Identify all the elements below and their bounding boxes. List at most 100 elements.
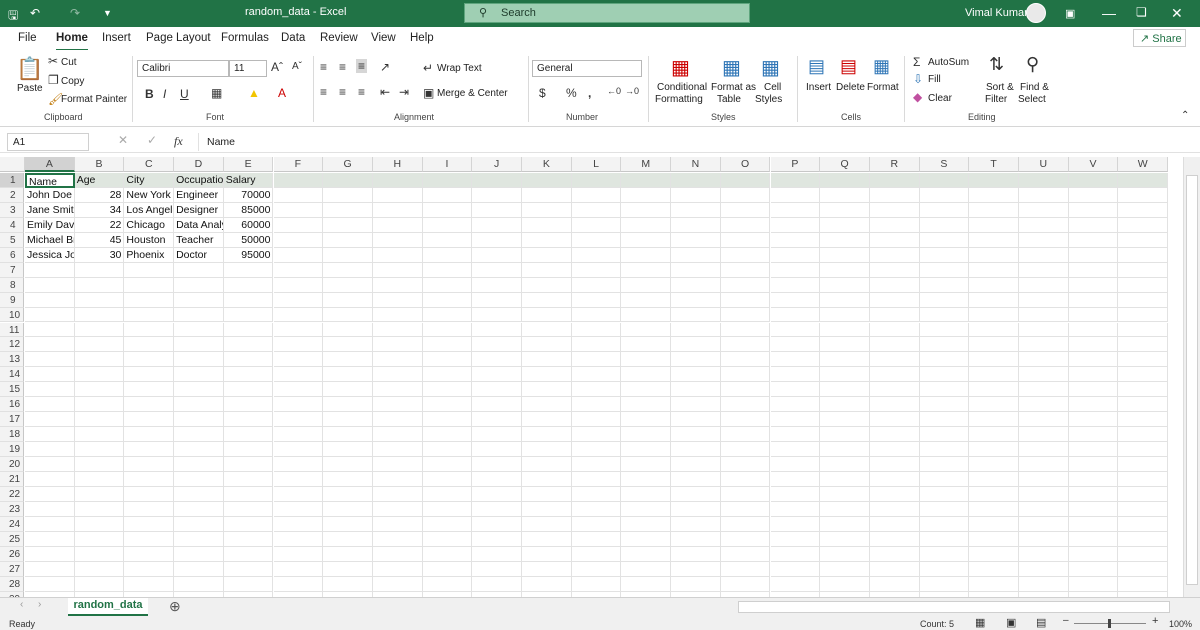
close-icon[interactable]: ✕ <box>1171 5 1183 22</box>
sort-filter-button[interactable]: Sort & <box>986 82 1014 93</box>
grid-cell[interactable] <box>571 187 622 203</box>
copy-icon[interactable]: ❐ <box>48 73 59 87</box>
grid-cell[interactable] <box>1068 202 1119 218</box>
format-cells-icon[interactable]: ▦ <box>873 56 890 77</box>
grid-cell[interactable] <box>223 352 274 368</box>
grid-cell[interactable] <box>273 292 324 308</box>
grid-cell[interactable] <box>372 412 423 428</box>
find-select-button[interactable]: Find & <box>1020 82 1049 93</box>
grid-cell[interactable] <box>74 501 125 517</box>
grid-cell[interactable] <box>919 382 970 398</box>
grid-cell[interactable] <box>720 337 771 353</box>
column-header[interactable]: U <box>1019 157 1069 172</box>
grid-cell[interactable] <box>522 337 572 353</box>
grid-cell[interactable] <box>1019 531 1069 547</box>
grid-cell[interactable] <box>820 412 870 428</box>
grid-cell[interactable] <box>273 472 324 487</box>
grid-cell[interactable] <box>223 337 274 353</box>
grid-cell[interactable] <box>671 217 721 233</box>
paste-icon[interactable]: 📋 <box>16 56 43 82</box>
grid-cell[interactable] <box>671 277 721 293</box>
grid-cell[interactable] <box>1068 472 1119 487</box>
grid-cell[interactable] <box>74 561 125 577</box>
grid-cell[interactable] <box>1019 277 1069 293</box>
grid-cell[interactable] <box>273 322 324 338</box>
grid-cell[interactable] <box>770 322 821 338</box>
grid-cell[interactable] <box>74 442 125 458</box>
grid-cell[interactable] <box>720 187 771 203</box>
grid-cell[interactable] <box>522 442 572 458</box>
grid-cell[interactable] <box>1118 531 1169 547</box>
grid-cell[interactable] <box>969 531 1019 547</box>
grid-cell[interactable] <box>472 576 522 592</box>
grid-cell[interactable] <box>720 322 771 338</box>
grid-cell[interactable] <box>770 232 821 248</box>
grid-cell[interactable] <box>969 472 1019 487</box>
grid-cell[interactable] <box>372 173 423 188</box>
grid-cell[interactable] <box>869 337 920 353</box>
grid-cell[interactable] <box>372 202 423 218</box>
data-cell[interactable]: 34 <box>74 202 125 218</box>
grid-cell[interactable] <box>323 472 373 487</box>
grid-cell[interactable] <box>174 262 224 278</box>
grid-cell[interactable] <box>969 322 1019 338</box>
column-header[interactable]: Q <box>820 157 870 172</box>
grid-cell[interactable] <box>522 352 572 368</box>
grid-cell[interactable] <box>919 217 970 233</box>
grid-cell[interactable] <box>720 292 771 308</box>
grid-cell[interactable] <box>1068 516 1119 532</box>
grid-cell[interactable] <box>273 501 324 517</box>
grid-cell[interactable] <box>124 472 175 487</box>
grid-cell[interactable] <box>323 382 373 398</box>
scrollbar-thumb[interactable] <box>1186 175 1198 585</box>
grid-cell[interactable] <box>323 501 373 517</box>
grid-cell[interactable] <box>969 277 1019 293</box>
grid-cell[interactable] <box>124 307 175 323</box>
grid-cell[interactable] <box>720 457 771 472</box>
grid-cell[interactable] <box>124 322 175 338</box>
header-cell[interactable]: Age <box>74 173 125 188</box>
grid-cell[interactable] <box>869 442 920 458</box>
grid-cell[interactable] <box>74 457 125 472</box>
row-header[interactable]: 18 <box>0 427 24 443</box>
grid-cell[interactable] <box>522 561 572 577</box>
grid-cell[interactable] <box>422 262 473 278</box>
grid-cell[interactable] <box>323 546 373 562</box>
grid-cell[interactable] <box>223 367 274 383</box>
grid-cell[interactable] <box>820 531 870 547</box>
grid-cell[interactable] <box>1019 202 1069 218</box>
worksheet-grid[interactable]: A B C D E F G H I J K L M N O P Q R S T U V W 1 Name Age City Occup… <box>0 157 1183 597</box>
grid-cell[interactable] <box>25 531 75 547</box>
grid-cell[interactable] <box>621 367 672 383</box>
grid-cell[interactable] <box>74 262 125 278</box>
grid-cell[interactable] <box>621 262 672 278</box>
grid-cell[interactable] <box>124 576 175 592</box>
grid-cell[interactable] <box>1019 307 1069 323</box>
grid-cell[interactable] <box>571 262 622 278</box>
grid-cell[interactable] <box>1068 322 1119 338</box>
grid-cell[interactable] <box>919 292 970 308</box>
grid-cell[interactable] <box>124 397 175 413</box>
grid-cell[interactable] <box>919 173 970 188</box>
grid-cell[interactable] <box>124 457 175 472</box>
format-painter-button[interactable]: Format Painter <box>61 94 127 105</box>
grid-cell[interactable] <box>571 546 622 562</box>
grid-cell[interactable] <box>571 457 622 472</box>
grid-cell[interactable] <box>820 427 870 443</box>
grid-cell[interactable] <box>1019 352 1069 368</box>
grid-cell[interactable] <box>472 217 522 233</box>
grid-cell[interactable] <box>720 173 771 188</box>
grid-cell[interactable] <box>223 292 274 308</box>
grid-cell[interactable] <box>174 531 224 547</box>
row-header[interactable]: 3 <box>0 202 24 218</box>
grid-cell[interactable] <box>720 427 771 443</box>
grid-cell[interactable] <box>323 486 373 502</box>
page-layout-view-icon[interactable]: ▣ <box>1006 616 1016 629</box>
grid-cell[interactable] <box>571 202 622 218</box>
grid-cell[interactable] <box>25 561 75 577</box>
grid-cell[interactable] <box>919 367 970 383</box>
grid-cell[interactable] <box>571 397 622 413</box>
grid-cell[interactable] <box>74 307 125 323</box>
grid-cell[interactable] <box>1118 277 1169 293</box>
data-cell[interactable]: Jane Smith <box>25 202 75 218</box>
